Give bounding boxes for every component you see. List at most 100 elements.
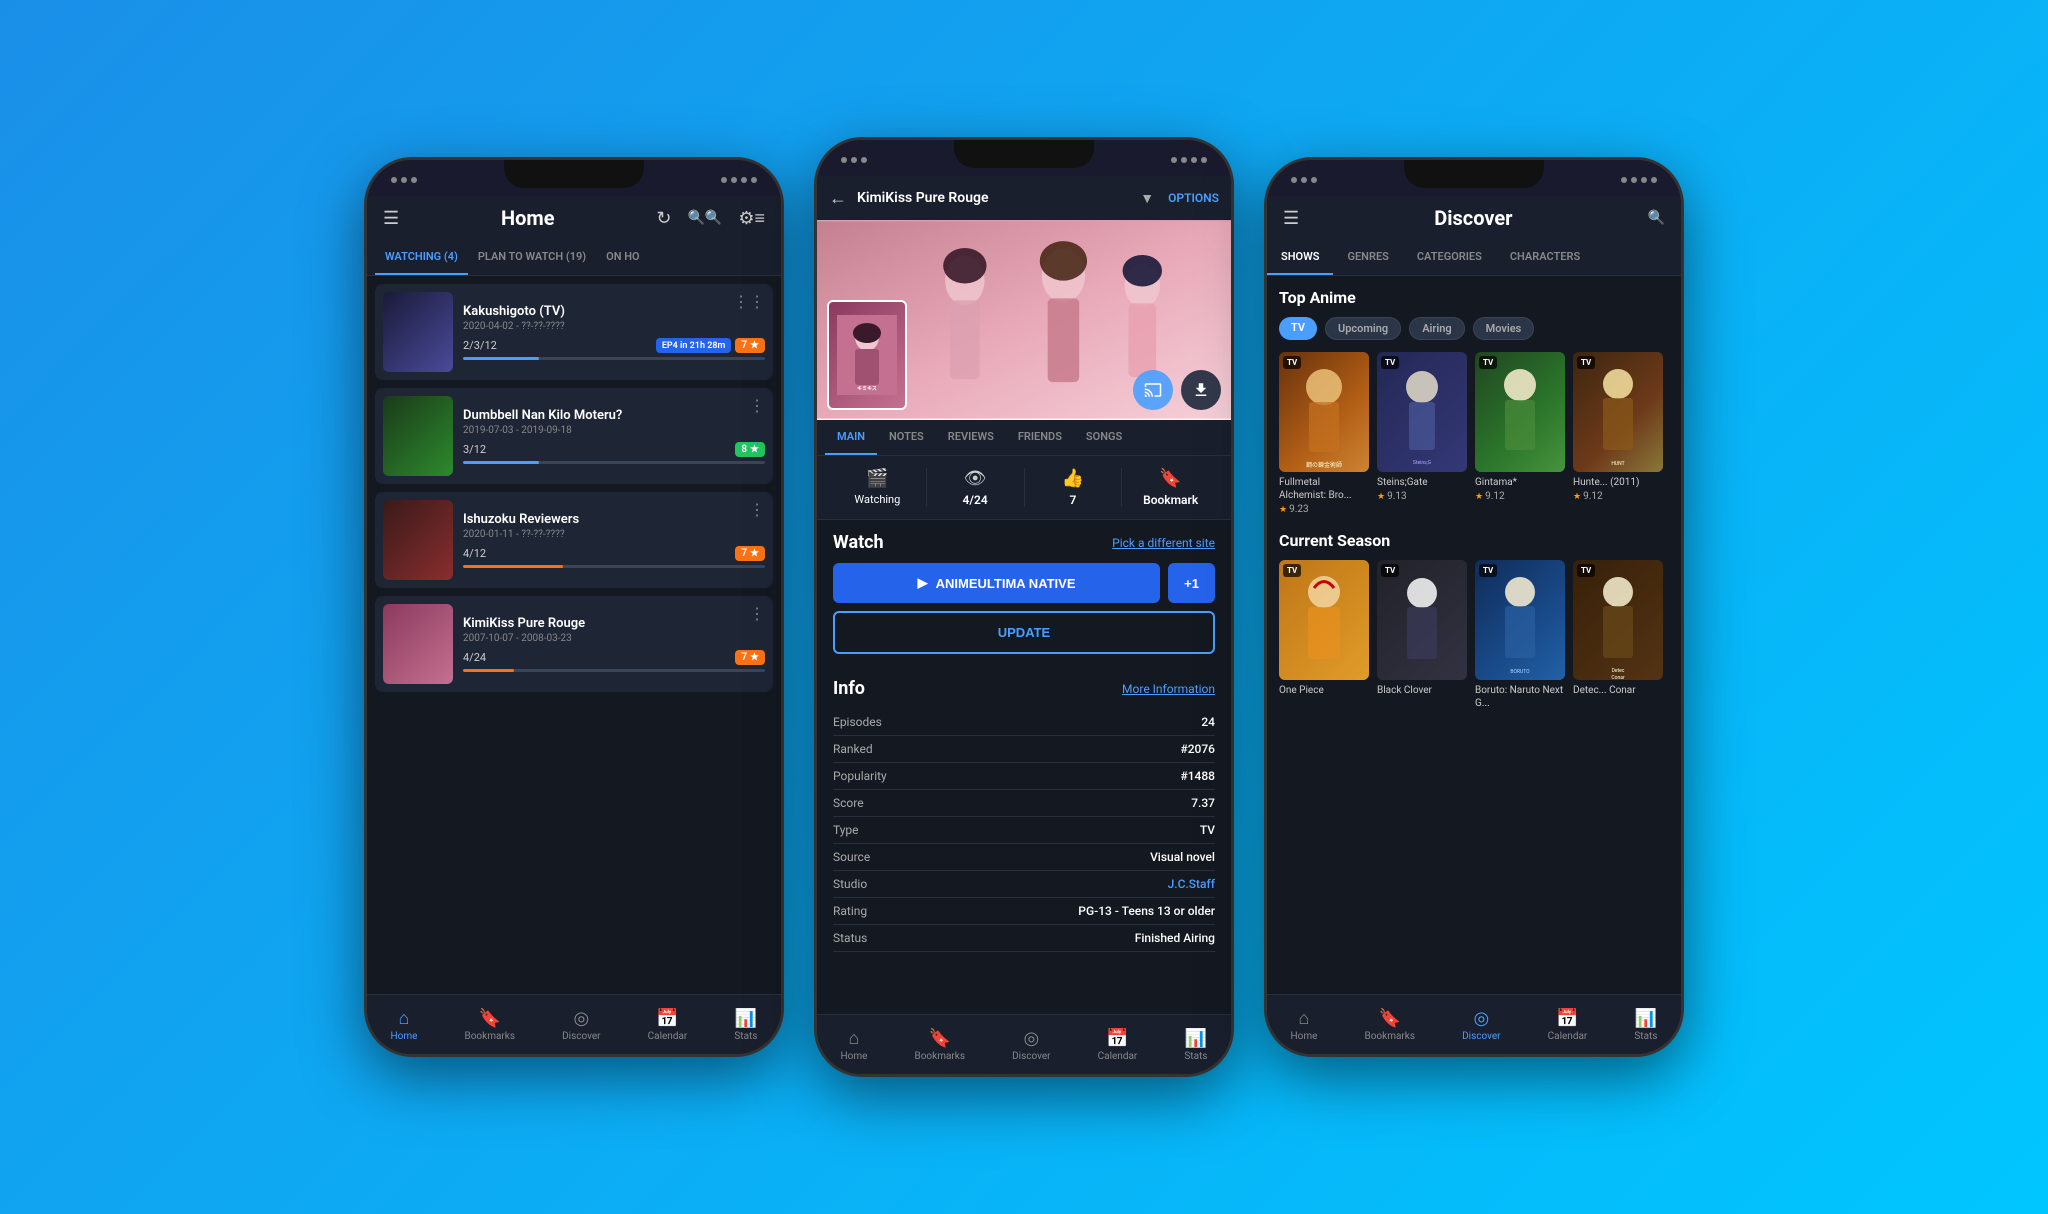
studio-val-link[interactable]: J.C.Staff (1168, 877, 1215, 891)
update-button[interactable]: UPDATE (833, 611, 1215, 654)
tab-plan-to-watch[interactable]: PLAN TO WATCH (19) (468, 240, 596, 275)
nav-calendar[interactable]: 📅 Calendar (648, 1008, 688, 1042)
bottom-nav-2: ⌂ Home 🔖 Bookmarks ◎ Discover 📅 Calendar… (817, 1014, 1231, 1074)
banner-cover-overlay: キミキス (827, 300, 907, 410)
nav-discover-label-2: Discover (1012, 1051, 1051, 1062)
tab-main[interactable]: MAIN (825, 420, 877, 455)
watch-primary-button[interactable]: ▶ ANIMEULTIMA NATIVE (833, 563, 1160, 603)
tab-friends[interactable]: FRIENDS (1006, 420, 1074, 455)
tab-reviews[interactable]: REVIEWS (936, 420, 1006, 455)
pill-airing[interactable]: Airing (1409, 317, 1464, 340)
nav-bookmarks-2[interactable]: 🔖 Bookmarks (914, 1028, 965, 1062)
more-info-link[interactable]: More Information (1122, 682, 1215, 696)
more-options-icon[interactable]: ⋮ (749, 396, 765, 415)
home-tabs: WATCHING (4) PLAN TO WATCH (19) ON HO (367, 240, 781, 276)
nav-stats-2[interactable]: 📊 Stats (1184, 1028, 1207, 1062)
status-bar (367, 160, 781, 196)
anime-card-steins[interactable]: TV Steins;G Steins;Gate ★ 9.13 (1377, 352, 1467, 515)
anime-card-blackclover[interactable]: TV Black Clover (1377, 560, 1467, 712)
episodes-label: Episodes (833, 715, 882, 729)
nav-calendar-label: Calendar (648, 1031, 688, 1042)
nav-home-3[interactable]: ⌂ Home (1291, 1008, 1318, 1042)
pill-upcoming[interactable]: Upcoming (1325, 317, 1401, 340)
show-progress: 4/12 (463, 547, 486, 560)
gintama-thumbnail: TV (1475, 352, 1565, 472)
list-item[interactable]: Ishuzoku Reviewers 2020-01-11 - ??-??-??… (375, 492, 773, 588)
anime-card-detective[interactable]: TV Detec Conar Detec... Conar (1573, 560, 1663, 712)
anime-card-gintama[interactable]: TV Gintama* ★ 9.12 (1475, 352, 1565, 515)
phone-detail: ← KimiKiss Pure Rouge ▼ OPTIONS (814, 137, 1234, 1077)
tab-notes[interactable]: NOTES (877, 420, 936, 455)
anime-card-boruto[interactable]: TV BORUTO Boruto: Naruto Next G... (1475, 560, 1565, 712)
nav-stats[interactable]: 📊 Stats (734, 1008, 757, 1042)
svg-text:Detec: Detec (1612, 668, 1625, 674)
list-item[interactable]: Dumbbell Nan Kilo Moteru? 2019-07-03 - 2… (375, 388, 773, 484)
tab-shows[interactable]: SHOWS (1267, 240, 1333, 275)
stat-watching: 🎬 Watching (833, 468, 922, 507)
cast-button[interactable] (1133, 370, 1173, 410)
nav-home[interactable]: ⌂ Home (391, 1008, 418, 1042)
show-details: KimiKiss Pure Rouge 2007-10-07 - 2008-03… (463, 616, 765, 672)
back-button[interactable]: ← (829, 188, 847, 209)
steins-thumbnail: TV Steins;G (1377, 352, 1467, 472)
nav-calendar-3[interactable]: 📅 Calendar (1548, 1008, 1588, 1042)
show-title: KimiKiss Pure Rouge (463, 616, 765, 631)
nav-home-2[interactable]: ⌂ Home (841, 1028, 868, 1062)
star-icon-4: ★ (1573, 492, 1581, 502)
show-progress: 4/24 (463, 651, 486, 664)
nav-calendar-2[interactable]: 📅 Calendar (1098, 1028, 1138, 1062)
list-item[interactable]: Kakushigoto (TV) 2020-04-02 - ??-??-????… (375, 284, 773, 380)
pick-site-link[interactable]: Pick a different site (1112, 536, 1215, 550)
tab-songs[interactable]: SONGS (1074, 420, 1134, 455)
nav-bookmarks-label-2: Bookmarks (914, 1051, 965, 1062)
nav-stats-3[interactable]: 📊 Stats (1634, 1008, 1657, 1042)
info-row-studio: Studio J.C.Staff (833, 871, 1215, 898)
stat-episodes: 👁 4/24 (931, 468, 1020, 507)
discover-tabs: SHOWS GENRES CATEGORIES CHARACTERS (1267, 240, 1681, 276)
stat-bookmark[interactable]: 🔖 Bookmark (1126, 468, 1215, 507)
anime-card-hunter[interactable]: TV HUNT Hunte... (2011) ★ 9.12 (1573, 352, 1663, 515)
score-badge: 7 ★ (735, 546, 765, 561)
info-row-status: Status Finished Airing (833, 925, 1215, 952)
more-options-icon[interactable]: ⋮ (749, 500, 765, 519)
list-item[interactable]: KimiKiss Pure Rouge 2007-10-07 - 2008-03… (375, 596, 773, 692)
star-icon-3: ★ (1475, 492, 1483, 502)
tab-on-hold[interactable]: ON HO (596, 240, 649, 275)
search-icon[interactable]: 🔍 (687, 210, 722, 226)
pill-movies[interactable]: Movies (1473, 317, 1535, 340)
onepiece-thumbnail: TV (1279, 560, 1369, 680)
search-icon-3[interactable]: 🔍 (1648, 210, 1665, 226)
nav-discover[interactable]: ◎ Discover (562, 1008, 601, 1042)
anime-card-onepiece[interactable]: TV One Piece (1279, 560, 1369, 712)
nav-discover-3[interactable]: ◎ Discover (1462, 1008, 1501, 1042)
anime-card-fma[interactable]: TV 鋼の錬金術師 Fullmetal Alchemist: Bro... ★ (1279, 352, 1369, 515)
nav-discover-2[interactable]: ◎ Discover (1012, 1028, 1051, 1062)
nav-bookmarks-3[interactable]: 🔖 Bookmarks (1364, 1008, 1415, 1042)
show-progress: 3/12 (463, 443, 486, 456)
menu-icon-3[interactable]: ☰ (1283, 208, 1299, 229)
tab-characters[interactable]: CHARACTERS (1496, 240, 1594, 275)
gintama-name: Gintama* (1475, 476, 1565, 489)
star-icon-2: ★ (1377, 492, 1385, 502)
tab-genres[interactable]: GENRES (1333, 240, 1402, 275)
home-nav-icon: ⌂ (399, 1008, 410, 1029)
menu-icon[interactable] (383, 208, 399, 229)
watch-plus-button[interactable]: +1 (1168, 563, 1215, 603)
refresh-icon[interactable] (656, 208, 671, 229)
tab-watching[interactable]: WATCHING (4) (375, 240, 468, 275)
source-label: Source (833, 850, 870, 864)
more-options-icon[interactable]: ⋮ (733, 292, 765, 311)
info-title: Info (833, 678, 865, 699)
tab-categories[interactable]: CATEGORIES (1403, 240, 1496, 275)
likes-value: 7 (1069, 493, 1076, 507)
options-button[interactable]: OPTIONS (1168, 191, 1219, 205)
nav-bookmarks[interactable]: 🔖 Bookmarks (464, 1008, 515, 1042)
filter-icon[interactable]: ≡ (738, 208, 765, 229)
download-button[interactable] (1181, 370, 1221, 410)
more-options-icon[interactable]: ⋮ (749, 604, 765, 623)
rating-label: Rating (833, 904, 867, 918)
pill-tv[interactable]: TV (1279, 317, 1317, 340)
bottom-nav-3: ⌂ Home 🔖 Bookmarks ◎ Discover 📅 Calendar… (1267, 994, 1681, 1054)
nav-calendar-label-2: Calendar (1098, 1051, 1138, 1062)
calendar-nav-icon-2: 📅 (1106, 1028, 1128, 1049)
